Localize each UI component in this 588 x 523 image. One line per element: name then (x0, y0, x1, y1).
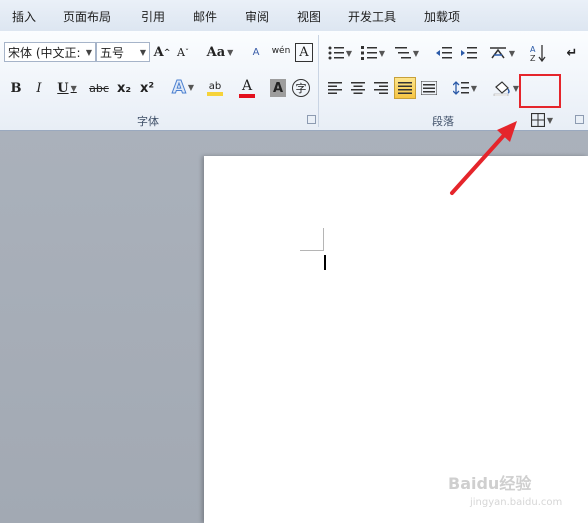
watermark-url: jingyan.baidu.com (470, 497, 563, 508)
arrow-shaft (450, 131, 508, 195)
watermark: Baidu经验 (448, 474, 532, 493)
annotation-arrow (450, 121, 517, 195)
